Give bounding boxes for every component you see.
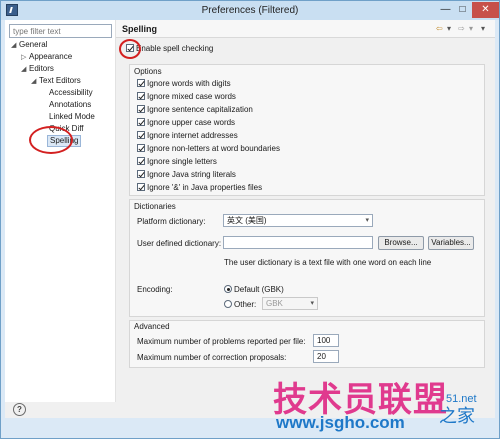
window-title: Preferences (Filtered) [201,5,299,16]
option-label: Ignore sentence capitalization [147,105,253,114]
tree-item-label: Editors [29,64,54,73]
checkbox-icon[interactable] [137,170,145,178]
browse-button[interactable]: Browse... [378,236,424,250]
tree-item-editors[interactable]: ◢ Editors [21,64,54,75]
minimize-button[interactable]: — [438,2,453,18]
option-ignore-single-letters[interactable]: Ignore single letters [137,157,217,167]
chevron-down-icon: ▾ [365,217,369,224]
option-ignore-internet-addresses[interactable]: Ignore internet addresses [137,131,238,141]
tree-item-general[interactable]: ◢ General [11,40,47,51]
enable-spell-checking-label: Enable spell checking [136,44,214,53]
page-header: Spelling ⇦ ▾ ⇨ ▾ ▾ [116,20,495,38]
dialog-client: ◢General ▷Appearance ◢Editors ◢Text Edit… [5,20,495,418]
option-label: Ignore single letters [147,157,217,166]
encoding-default-label: Default (GBK) [234,285,284,294]
max-problems-label: Maximum number of problems reported per … [137,337,306,346]
user-dictionary-input[interactable] [223,236,373,249]
option-ignore-non-letters[interactable]: Ignore non-letters at word boundaries [137,144,280,154]
close-button[interactable]: ✕ [472,2,499,18]
tree-item-annotations[interactable]: Annotations [49,100,91,110]
annotation-circle-checkbox [119,39,141,59]
collapsed-icon[interactable]: ▷ [21,53,29,63]
option-label: Ignore mixed case words [147,92,236,101]
option-ignore-upper-case[interactable]: Ignore upper case words [137,118,235,128]
help-icon[interactable]: ? [13,403,26,416]
option-label: Ignore non-letters at word boundaries [147,144,280,153]
option-ignore-sentence-capitalization[interactable]: Ignore sentence capitalization [137,105,253,115]
variables-button[interactable]: Variables... [428,236,474,250]
annotation-circle-spelling [29,126,73,154]
option-label: Ignore words with digits [147,79,231,88]
user-dictionary-label: User defined dictionary: [137,239,222,248]
tree-item-appearance[interactable]: ▷ Appearance [21,52,72,63]
preferences-window: Preferences (Filtered) — □ ✕ ◢General ▷A… [0,0,500,439]
encoding-other-select[interactable]: GBK ▾ [262,297,318,310]
forward-icon[interactable]: ⇨ [458,24,465,33]
user-dictionary-hint: The user dictionary is a text file with … [224,258,432,267]
expanded-icon[interactable]: ◢ [11,41,19,51]
spelling-page: Spelling ⇦ ▾ ⇨ ▾ ▾ Enable spell checking… [116,20,495,402]
encoding-label: Encoding: [137,285,173,294]
view-menu-icon[interactable]: ▾ [481,24,485,33]
option-ignore-digits[interactable]: Ignore words with digits [137,79,231,89]
radio-icon[interactable] [224,300,232,308]
dictionaries-title: Dictionaries [134,202,176,211]
title-bar[interactable]: Preferences (Filtered) — □ ✕ [1,1,499,20]
maximize-button[interactable]: □ [455,2,470,18]
encoding-other-value: GBK [266,299,283,308]
checkbox-icon[interactable] [137,105,145,113]
platform-dictionary-label: Platform dictionary: [137,217,206,226]
checkbox-icon[interactable] [137,79,145,87]
watermark-url: www.jsgho.com [276,413,405,432]
encoding-other-label: Other: [234,300,257,309]
max-problems-input[interactable]: 100 [313,334,339,347]
filter-input[interactable] [9,24,112,38]
option-label: Ignore internet addresses [147,131,238,140]
forward-menu-icon[interactable]: ▾ [469,24,473,33]
options-title: Options [134,67,162,76]
option-ignore-java-strings[interactable]: Ignore Java string literals [137,170,236,180]
checkbox-icon[interactable] [137,92,145,100]
option-label: Ignore '&' in Java properties files [147,183,263,192]
encoding-default-option[interactable]: Default (GBK) [224,285,284,295]
max-proposals-input[interactable]: 20 [313,350,339,363]
expanded-icon[interactable]: ◢ [31,77,39,87]
back-menu-icon[interactable]: ▾ [447,24,451,33]
max-proposals-label: Maximum number of correction proposals: [137,353,287,362]
watermark-suffix: 之家 [439,406,475,427]
tree-item-label: General [19,40,48,49]
checkbox-icon[interactable] [137,144,145,152]
platform-dictionary-value: 英文 (美国) [227,216,267,225]
tree-item-accessibility[interactable]: Accessibility [49,88,93,98]
advanced-title: Advanced [134,322,170,331]
back-icon[interactable]: ⇦ [436,24,443,33]
checkbox-icon[interactable] [137,131,145,139]
platform-dictionary-select[interactable]: 英文 (美国) ▾ [223,214,373,227]
tree-item-label: Appearance [29,52,73,61]
option-ignore-ampersand[interactable]: Ignore '&' in Java properties files [137,183,262,193]
checkbox-icon[interactable] [137,183,145,191]
encoding-other-option[interactable]: Other: [224,300,256,310]
chevron-down-icon: ▾ [310,300,314,307]
radio-icon[interactable] [224,285,232,293]
tree-item-linked-mode[interactable]: Linked Mode [49,112,95,122]
option-label: Ignore Java string literals [147,170,236,179]
expanded-icon[interactable]: ◢ [21,65,29,75]
checkbox-icon[interactable] [137,157,145,165]
tree-item-label: Text Editors [39,76,81,85]
tree-item-text-editors[interactable]: ◢ Text Editors [31,76,81,87]
option-ignore-mixed-case[interactable]: Ignore mixed case words [137,92,236,102]
checkbox-icon[interactable] [137,118,145,126]
option-label: Ignore upper case words [147,118,236,127]
page-title: Spelling [122,24,158,34]
